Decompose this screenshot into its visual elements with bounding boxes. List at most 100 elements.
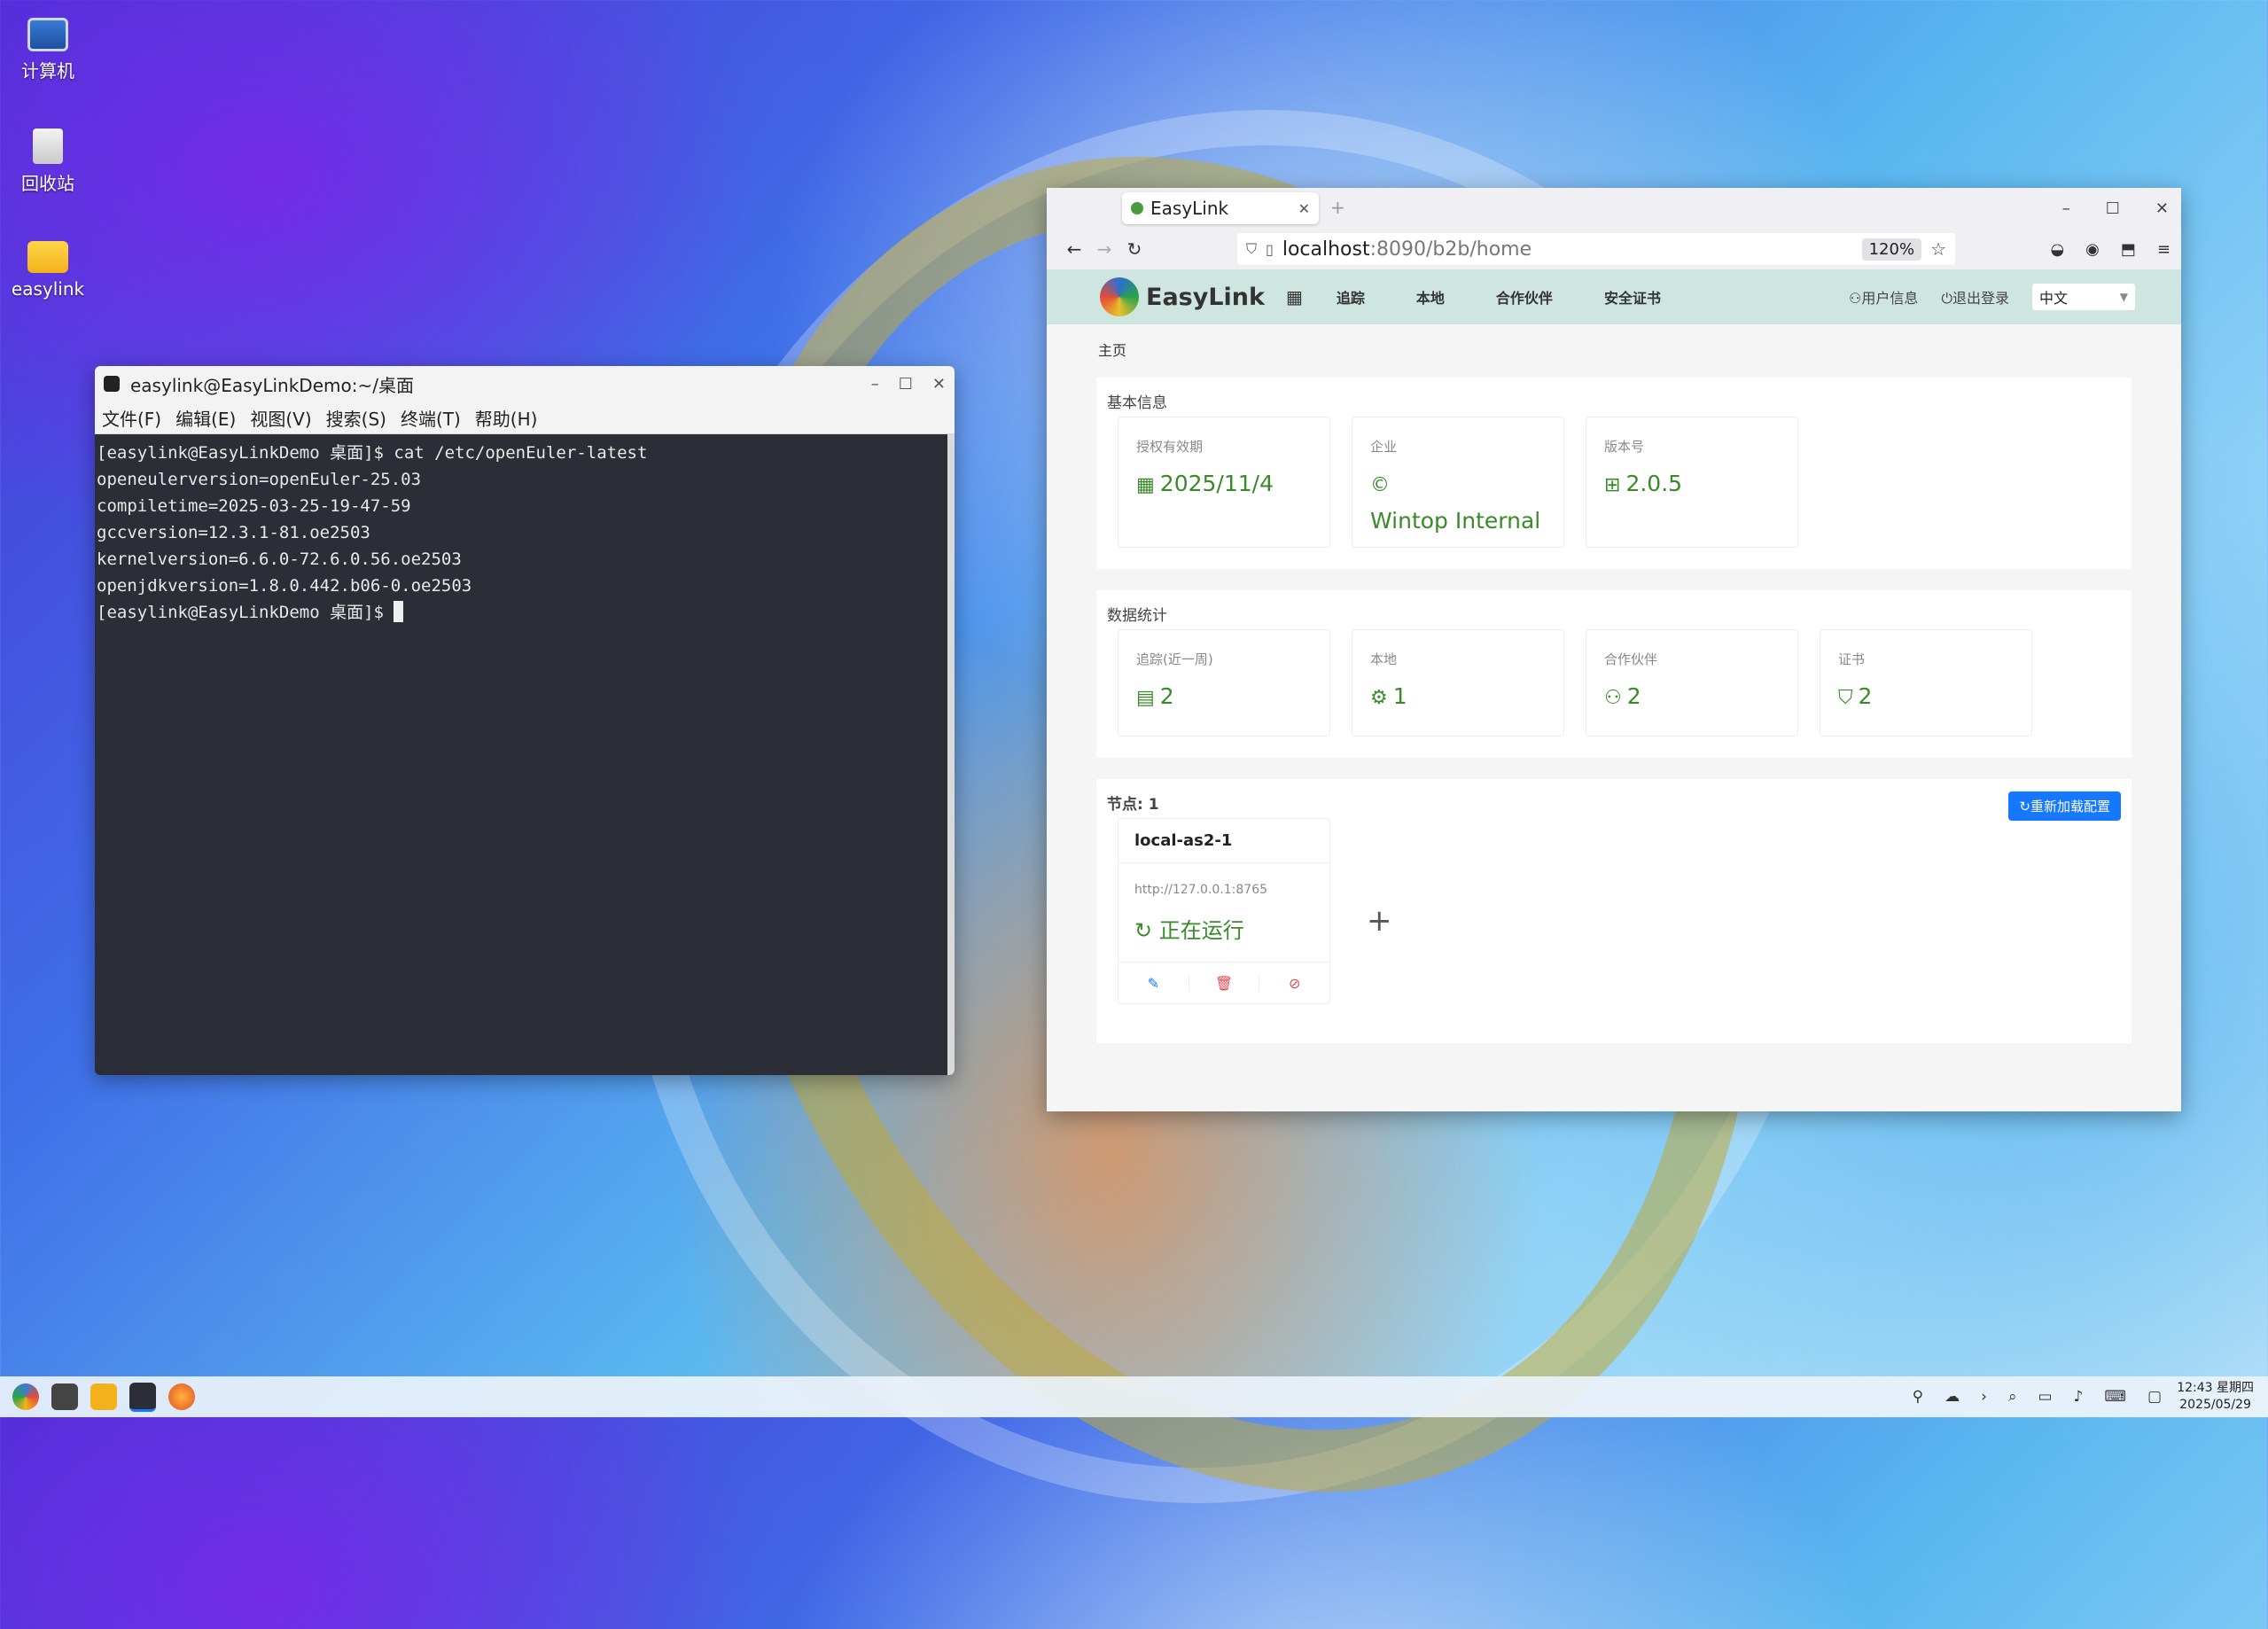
language-select[interactable]: 中文 ▼ [2032, 284, 2135, 310]
terminal-titlebar[interactable]: easylink@EasyLinkDemo:~/桌面 – ☐ ✕ [95, 366, 955, 401]
terminal-menubar: 文件(F) 编辑(E) 视图(V) 搜索(S) 终端(T) 帮助(H) [95, 401, 955, 434]
minimize-icon[interactable]: – [871, 375, 879, 394]
start-menu-icon[interactable] [12, 1383, 39, 1410]
browser-tabbar: EasyLink ✕ + – ☐ ✕ [1047, 188, 2181, 229]
terminal-line: openeulerversion=openEuler-25.03 [97, 470, 422, 489]
clock[interactable]: 12:43 星期四 2025/05/29 [2177, 1380, 2254, 1414]
stat-card-tracking[interactable]: 追踪(近一周) ▤ 2 [1118, 629, 1330, 737]
stat-value: 2 [1159, 683, 1174, 709]
forward-icon[interactable]: → [1089, 238, 1119, 260]
user-info-link[interactable]: ⚇用户信息 [1849, 286, 1918, 308]
maximize-icon[interactable]: ☐ [899, 375, 913, 394]
firefox-icon[interactable] [168, 1383, 195, 1410]
terminal-scrollbar[interactable] [947, 433, 955, 1075]
menu-file[interactable]: 文件(F) [102, 405, 161, 431]
pocket-icon[interactable]: ◒ [2050, 240, 2064, 259]
input-method-icon[interactable]: ⌨ [2104, 1388, 2126, 1406]
disable-icon[interactable]: ⊘ [1259, 975, 1329, 992]
terminal-cursor [394, 601, 404, 622]
apps-icon: ⊞ [1604, 474, 1621, 496]
shield-icon: ⛉ [1246, 240, 1258, 257]
reload-icon[interactable]: ↻ [1119, 238, 1150, 260]
close-icon[interactable]: ✕ [2155, 199, 2169, 218]
menu-terminal[interactable]: 终端(T) [401, 405, 461, 431]
stat-card-partners[interactable]: 合作伙伴 ⚇ 2 [1586, 629, 1798, 737]
logout-link[interactable]: ⏻退出登录 [1941, 286, 2009, 308]
terminal-line: openjdkversion=1.8.0.442.b06-0.oe2503 [97, 576, 472, 596]
taskbar: ⚲ ☁ › ⌕ ▭ ♪ ⌨ ▢ 12:43 星期四 2025/05/29 [0, 1376, 2268, 1417]
network-icon[interactable]: ⚲ [1913, 1388, 1923, 1406]
back-icon[interactable]: ← [1059, 238, 1089, 260]
search-icon[interactable]: ⌕ [2008, 1388, 2017, 1406]
display-icon[interactable]: ▭ [2038, 1388, 2052, 1406]
maximize-icon[interactable]: ☐ [2106, 199, 2120, 218]
zoom-level[interactable]: 120% [1861, 238, 1922, 261]
clock-date: 2025/05/29 [2179, 1398, 2251, 1412]
company-label: 企业 [1370, 439, 1398, 455]
apps-grid-icon[interactable]: ▦ [1286, 286, 1303, 308]
cloud-icon[interactable]: ☁ [1945, 1388, 1960, 1406]
terminal-line: [easylink@EasyLinkDemo 桌面]$ cat /etc/ope… [97, 443, 648, 463]
chevron-right-icon[interactable]: › [1981, 1388, 1987, 1406]
node-status: 正在运行 [1158, 918, 1244, 943]
add-node-icon[interactable]: + [1367, 903, 1392, 939]
calendar-icon: ▦ [1136, 474, 1155, 496]
volume-icon[interactable]: ♪ [2074, 1388, 2084, 1406]
version-label: 版本号 [1604, 439, 1645, 455]
account-icon[interactable]: ◉ [2085, 240, 2100, 259]
node-card: local-as2-1 http://127.0.0.1:8765 ↻ 正在运行… [1118, 818, 1330, 1004]
url-host: localhost [1282, 238, 1370, 261]
terminal-output[interactable]: [easylink@EasyLinkDemo 桌面]$ cat /etc/ope… [95, 434, 955, 626]
terminal-app-icon [104, 376, 120, 392]
url-bar[interactable]: ⛉ ▯ localhost:8090/b2b/home 120% ☆ [1237, 233, 1955, 265]
easylink-logo [1100, 277, 1139, 316]
basic-info-title: 基本信息 [1107, 394, 1167, 412]
license-card: 授权有效期 ▦ 2025/11/4 [1118, 417, 1330, 548]
desktop-icon-computer[interactable]: 计算机 [9, 18, 87, 82]
chevron-down-icon: ▼ [2119, 291, 2128, 303]
close-icon[interactable]: ✕ [932, 375, 946, 394]
menu-search[interactable]: 搜索(S) [326, 405, 386, 431]
menu-view[interactable]: 视图(V) [250, 405, 311, 431]
terminal-prompt: [easylink@EasyLinkDemo 桌面]$ [97, 603, 394, 622]
extensions-icon[interactable]: ⬒ [2121, 240, 2136, 259]
multitask-view-icon[interactable] [51, 1383, 78, 1410]
nav-partners[interactable]: 合作伙伴 [1496, 286, 1553, 308]
nav-local[interactable]: 本地 [1416, 286, 1445, 308]
delete-icon[interactable]: 🗑 [1189, 974, 1260, 992]
desktop-icon-trash[interactable]: 回收站 [9, 129, 87, 195]
browser-tab[interactable]: EasyLink ✕ [1122, 192, 1319, 224]
terminal-window[interactable]: easylink@EasyLinkDemo:~/桌面 – ☐ ✕ 文件(F) 编… [95, 366, 955, 1075]
basic-info-panel: 基本信息 授权有效期 ▦ 2025/11/4 企业 © Wintop Interna… [1096, 378, 2132, 569]
clock-time: 12:43 星期四 [2177, 1381, 2254, 1395]
sync-icon: ↻ [1134, 918, 1159, 943]
hamburger-menu-icon[interactable]: ≡ [2157, 240, 2171, 259]
bookmark-star-icon[interactable]: ☆ [1930, 238, 1946, 260]
stat-value: 2 [1626, 683, 1641, 709]
nav-certificates[interactable]: 安全证书 [1604, 286, 1661, 308]
breadcrumb[interactable]: 主页 [1096, 324, 2132, 359]
terminal-line: compiletime=2025-03-25-19-47-59 [97, 496, 411, 516]
page-icon: ▯ [1266, 240, 1274, 258]
terminal-line: gccversion=12.3.1-81.oe2503 [97, 523, 370, 542]
desktop-icon-easylink-folder[interactable]: easylink [9, 241, 87, 300]
stat-card-local[interactable]: 本地 ⚙ 1 [1352, 629, 1564, 737]
nav-tracking[interactable]: 追踪 [1337, 286, 1365, 308]
stat-card-certificates[interactable]: 证书 ⛉ 2 [1820, 629, 2032, 737]
menu-edit[interactable]: 编辑(E) [175, 405, 236, 431]
app-header: EasyLink ▦ 追踪 本地 合作伙伴 安全证书 ⚇用户信息 ⏻退出登录 中… [1047, 269, 2181, 324]
terminal-taskbar-icon[interactable] [129, 1382, 156, 1412]
brand-name: EasyLink [1146, 283, 1265, 311]
tab-close-icon[interactable]: ✕ [1298, 200, 1310, 217]
node-name: local-as2-1 [1118, 819, 1329, 863]
notification-icon[interactable]: ▢ [2147, 1388, 2162, 1406]
menu-help[interactable]: 帮助(H) [475, 405, 538, 431]
browser-window[interactable]: EasyLink ✕ + – ☐ ✕ ← → ↻ ⛉ ▯ localhost:8… [1047, 188, 2181, 1111]
reload-config-button[interactable]: ↻重新加载配置 [2008, 791, 2121, 821]
minimize-icon[interactable]: – [2062, 199, 2070, 218]
edit-icon[interactable]: ✎ [1118, 974, 1189, 992]
monitor-icon [27, 18, 68, 51]
nodes-title: 节点: 1 [1107, 796, 1159, 814]
new-tab-icon[interactable]: + [1330, 197, 1345, 218]
file-manager-icon[interactable] [90, 1383, 117, 1410]
